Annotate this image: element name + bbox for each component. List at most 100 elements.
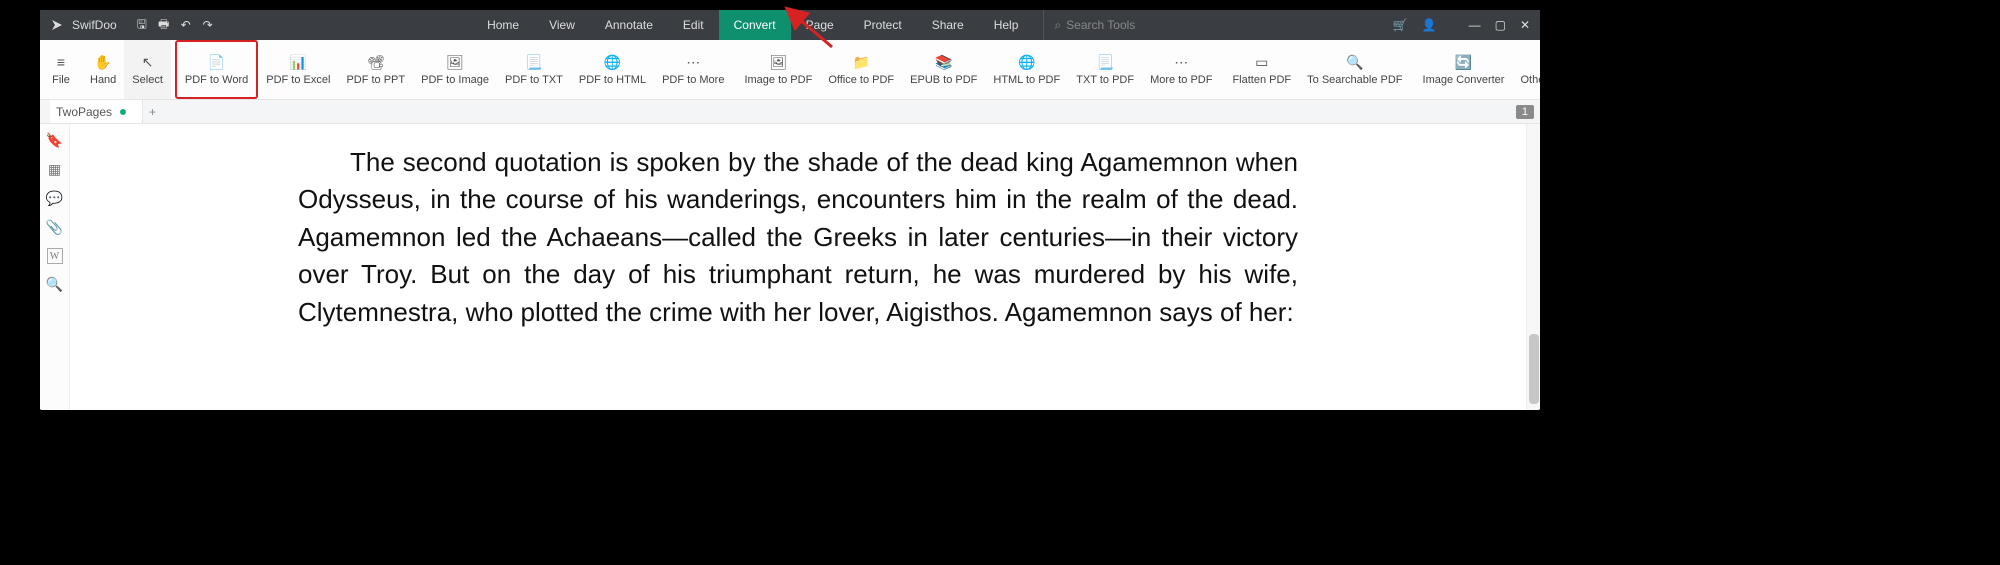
pdf-to-image-icon: 🖼	[446, 53, 464, 71]
redo-icon[interactable]: ↷	[201, 18, 215, 32]
pdf-to-word-icon: 📄	[208, 53, 226, 71]
word-export-panel-icon[interactable]: W	[47, 248, 63, 264]
office-to-pdf-icon: 📁	[852, 53, 870, 71]
epub-to-pdf-icon: 📚	[935, 53, 953, 71]
pdf-to-html-label: PDF to HTML	[579, 74, 646, 86]
pdf-to-image-button[interactable]: 🖼 PDF to Image	[413, 40, 497, 99]
add-tab-button[interactable]: +	[149, 105, 156, 119]
search-panel-icon[interactable]: 🔍	[46, 276, 63, 293]
ribbon: ≡ File ✋ Hand ↖ Select 📄 PDF to Word 📊 PDF to…	[40, 40, 1540, 100]
to-searchable-pdf-label: To Searchable PDF	[1307, 74, 1402, 86]
pdf-to-more-icon: ⋯	[684, 53, 702, 71]
document-viewport[interactable]: The second quotation is spoken by the sh…	[70, 124, 1526, 410]
epub-to-pdf-label: EPUB to PDF	[910, 74, 977, 86]
hand-icon: ✋	[94, 53, 112, 71]
minimize-button[interactable]: —	[1469, 18, 1481, 32]
txt-to-pdf-button[interactable]: 📃 TXT to PDF	[1068, 40, 1142, 99]
more-to-pdf-button[interactable]: ⋯ More to PDF	[1142, 40, 1220, 99]
html-to-pdf-label: HTML to PDF	[993, 74, 1060, 86]
pdf-to-html-button[interactable]: 🌐 PDF to HTML	[571, 40, 654, 99]
app-logo-icon	[50, 18, 64, 32]
main-area: 🔖 ▦ 💬 📎 W 🔍 The second quotation is spok…	[40, 124, 1540, 410]
image-to-pdf-button[interactable]: 🖼 Image to PDF	[736, 40, 820, 99]
pdf-to-ppt-button[interactable]: 📽 PDF to PPT	[338, 40, 413, 99]
image-to-pdf-icon: 🖼	[769, 53, 787, 71]
thumbnails-panel-icon[interactable]: ▦	[48, 161, 61, 178]
pdf-to-ppt-label: PDF to PPT	[346, 74, 405, 86]
modified-dot-icon	[120, 109, 126, 115]
menu-convert[interactable]: Convert	[719, 10, 791, 40]
image-converter-label: Image Converter	[1423, 74, 1505, 86]
menu-protect[interactable]: Protect	[849, 10, 917, 40]
document-tab[interactable]: TwoPages	[50, 100, 143, 123]
office-to-pdf-button[interactable]: 📁 Office to PDF	[820, 40, 902, 99]
file-label: File	[52, 74, 70, 86]
app-name: SwifDoo	[72, 18, 117, 32]
undo-icon[interactable]: ↶	[179, 18, 193, 32]
image-converter-button[interactable]: 🔄Image Converter	[1415, 40, 1513, 99]
attachments-panel-icon[interactable]: 📎	[46, 219, 63, 236]
to-searchable-pdf-button[interactable]: 🔍To Searchable PDF	[1299, 40, 1410, 99]
select-tool[interactable]: ↖ Select	[124, 40, 171, 99]
menu-view[interactable]: View	[534, 10, 590, 40]
other-features-label: Other Features	[1520, 74, 1540, 86]
epub-to-pdf-button[interactable]: 📚 EPUB to PDF	[902, 40, 985, 99]
document-tab-strip: TwoPages + 1	[40, 100, 1540, 124]
save-icon[interactable]: 🖫	[135, 18, 149, 32]
select-icon: ↖	[139, 53, 157, 71]
page-content: The second quotation is spoken by the sh…	[298, 144, 1298, 331]
menu-page[interactable]: Page	[791, 10, 849, 40]
file-icon: ≡	[52, 53, 70, 71]
pdf-to-ppt-icon: 📽	[367, 53, 385, 71]
document-tab-label: TwoPages	[56, 105, 112, 119]
file-button[interactable]: ≡ File	[44, 40, 78, 99]
pdf-to-txt-label: PDF to TXT	[505, 74, 563, 86]
pdf-to-more-label: PDF to More	[662, 74, 724, 86]
maximize-button[interactable]: ▢	[1495, 18, 1506, 32]
select-label: Select	[132, 74, 163, 86]
pdf-to-excel-button[interactable]: 📊 PDF to Excel	[258, 40, 338, 99]
document-body-text: The second quotation is spoken by the sh…	[298, 147, 1298, 327]
flatten-pdf-button[interactable]: ▭Flatten PDF	[1224, 40, 1299, 99]
pdf-to-html-icon: 🌐	[603, 53, 621, 71]
main-menu: Home View Annotate Edit Convert Page Pro…	[215, 10, 1393, 40]
other-features-button[interactable]: ⚙Other Features	[1512, 40, 1540, 99]
html-to-pdf-icon: 🌐	[1018, 53, 1036, 71]
more-to-pdf-icon: ⋯	[1172, 53, 1190, 71]
pdf-to-image-label: PDF to Image	[421, 74, 489, 86]
close-button[interactable]: ✕	[1520, 18, 1530, 32]
pdf-to-word-button[interactable]: 📄 PDF to Word	[175, 40, 258, 99]
office-to-pdf-label: Office to PDF	[828, 74, 894, 86]
flatten-pdf-label: Flatten PDF	[1232, 74, 1291, 86]
user-icon[interactable]: 👤	[1422, 18, 1437, 32]
menu-share[interactable]: Share	[917, 10, 979, 40]
title-bar: SwifDoo 🖫 🖶 ↶ ↷ Home View Annotate Edit …	[40, 10, 1540, 40]
bookmarks-panel-icon[interactable]: 🔖	[46, 132, 63, 149]
search-tools[interactable]: ⌕ Search Tools	[1043, 10, 1135, 40]
menu-help[interactable]: Help	[979, 10, 1034, 40]
comments-panel-icon[interactable]: 💬	[46, 190, 63, 207]
pdf-to-excel-label: PDF to Excel	[266, 74, 330, 86]
pdf-to-txt-icon: 📃	[525, 53, 543, 71]
vertical-scrollbar[interactable]	[1526, 124, 1540, 410]
more-to-pdf-label: More to PDF	[1150, 74, 1212, 86]
image-to-pdf-label: Image to PDF	[744, 74, 812, 86]
cart-icon[interactable]: 🛒	[1393, 18, 1408, 32]
menu-edit[interactable]: Edit	[668, 10, 719, 40]
menu-annotate[interactable]: Annotate	[590, 10, 668, 40]
pdf-to-txt-button[interactable]: 📃 PDF to TXT	[497, 40, 571, 99]
txt-to-pdf-label: TXT to PDF	[1076, 74, 1134, 86]
html-to-pdf-button[interactable]: 🌐 HTML to PDF	[985, 40, 1068, 99]
print-icon[interactable]: 🖶	[157, 18, 171, 32]
txt-to-pdf-icon: 📃	[1096, 53, 1114, 71]
page-number-indicator: 1	[1516, 105, 1534, 119]
search-tools-icon: ⌕	[1054, 18, 1061, 33]
scrollbar-thumb[interactable]	[1529, 334, 1539, 404]
pdf-to-more-button[interactable]: ⋯ PDF to More	[654, 40, 732, 99]
left-sidebar: 🔖 ▦ 💬 📎 W 🔍	[40, 124, 70, 410]
menu-home[interactable]: Home	[472, 10, 534, 40]
pdf-to-word-label: PDF to Word	[185, 74, 248, 86]
hand-tool[interactable]: ✋ Hand	[82, 40, 124, 99]
hand-label: Hand	[90, 74, 116, 86]
pdf-to-excel-icon: 📊	[289, 53, 307, 71]
